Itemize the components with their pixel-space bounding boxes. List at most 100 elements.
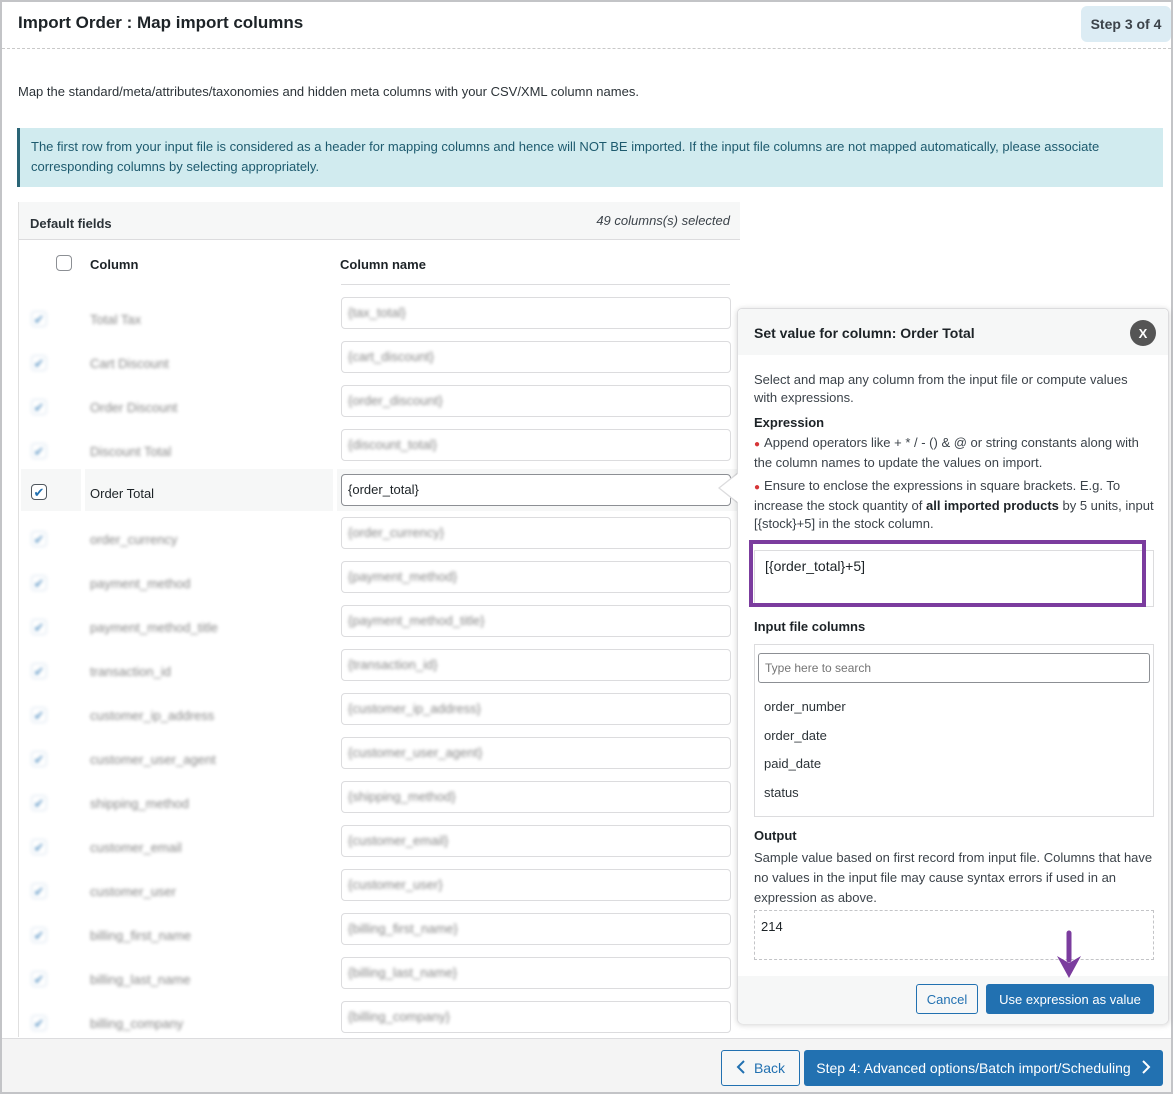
- column-name-value: {billing_company}: [348, 1009, 450, 1024]
- row-checkbox[interactable]: ✔: [31, 399, 47, 415]
- row-checkbox[interactable]: ✔: [31, 839, 47, 855]
- row-highlight: [21, 469, 81, 511]
- close-button[interactable]: X: [1130, 320, 1156, 346]
- column-name-input[interactable]: {discount_total}: [341, 429, 731, 461]
- header-divider: [341, 284, 730, 285]
- column-name-value: {customer_email}: [348, 833, 449, 848]
- table-row: ✔ customer_email {customer_email}: [19, 825, 740, 869]
- column-name-input[interactable]: {order_total}: [341, 474, 731, 506]
- input-column-item[interactable]: order_number: [764, 699, 846, 728]
- table-row: ✔ Order Discount {order_discount}: [19, 385, 740, 429]
- row-checkbox[interactable]: ✔: [31, 484, 47, 500]
- column-label: customer_ip_address: [90, 708, 215, 723]
- column-label: shipping_method: [90, 796, 190, 811]
- row-checkbox[interactable]: ✔: [31, 927, 47, 943]
- column-name-input[interactable]: {tax_total}: [341, 297, 731, 329]
- column-name-value: {discount_total}: [348, 437, 437, 452]
- next-step-button[interactable]: Step 4: Advanced options/Batch import/Sc…: [804, 1050, 1163, 1086]
- row-checkbox[interactable]: ✔: [31, 355, 47, 371]
- table-row: ✔ Total Tax {tax_total}: [19, 297, 740, 341]
- row-checkbox[interactable]: ✔: [31, 971, 47, 987]
- checkmark-icon: ✔: [33, 1015, 45, 1031]
- column-name-input[interactable]: {order_currency}: [341, 517, 731, 549]
- table-row: ✔ payment_method {payment_method}: [19, 561, 740, 605]
- table-row: ✔ customer_ip_address {customer_ip_address…: [19, 693, 740, 737]
- column-name-input[interactable]: {billing_last_name}: [341, 957, 731, 989]
- info-notice: The first row from your input file is co…: [17, 128, 1163, 187]
- column-name-input[interactable]: {shipping_method}: [341, 781, 731, 813]
- column-name-input[interactable]: {transaction_id}: [341, 649, 731, 681]
- column-label: billing_company: [90, 1016, 184, 1031]
- checkmark-icon: ✔: [33, 751, 45, 767]
- column-name-input[interactable]: {customer_email}: [341, 825, 731, 857]
- column-name-input[interactable]: {customer_ip_address}: [341, 693, 731, 725]
- column-name-value: {customer_user}: [348, 877, 443, 892]
- column-search-input[interactable]: [758, 653, 1150, 683]
- bullet-text: Append operators like + * / - () & @ or …: [754, 435, 1139, 470]
- row-checkbox[interactable]: ✔: [31, 795, 47, 811]
- popup-intro: Select and map any column from the input…: [754, 372, 1128, 405]
- checkmark-icon: ✔: [33, 355, 45, 371]
- popup-pointer-inner: [720, 473, 739, 503]
- bullet-icon: ●: [754, 439, 761, 450]
- checkmark-icon: ✔: [33, 663, 45, 679]
- column-name-input[interactable]: {order_discount}: [341, 385, 731, 417]
- checkmark-icon: ✔: [33, 927, 45, 943]
- popup-header: Set value for column: Order Total X: [738, 309, 1168, 355]
- back-button[interactable]: Back: [721, 1050, 800, 1086]
- annotation-arrow-down-icon: [1055, 930, 1083, 980]
- column-name-input[interactable]: {billing_company}: [341, 1001, 731, 1033]
- expression-input[interactable]: [{order_total}+5]: [754, 550, 1154, 607]
- popup-title: Set value for column: Order Total: [754, 325, 975, 341]
- column-name-value: {billing_last_name}: [348, 965, 458, 980]
- mapping-table: Default fields 49 columns(s) selected Co…: [18, 202, 740, 1037]
- column-label: transaction_id: [90, 664, 171, 679]
- checkmark-icon: ✔: [33, 484, 45, 500]
- checkmark-icon: ✔: [33, 971, 45, 987]
- input-column-item[interactable]: status: [764, 785, 846, 814]
- checkmark-icon: ✔: [33, 795, 45, 811]
- selected-count: 49 columns(s) selected: [596, 213, 730, 228]
- row-checkbox[interactable]: ✔: [31, 531, 47, 547]
- row-checkbox[interactable]: ✔: [31, 575, 47, 591]
- column-name-value: {payment_method_title}: [348, 613, 485, 628]
- column-name-value: {customer_user_agent}: [348, 745, 483, 760]
- checkmark-icon: ✔: [33, 575, 45, 591]
- cancel-button[interactable]: Cancel: [916, 984, 978, 1014]
- row-checkbox[interactable]: ✔: [31, 311, 47, 327]
- table-row: ✔ Cart Discount {cart_discount}: [19, 341, 740, 385]
- row-checkbox[interactable]: ✔: [31, 707, 47, 723]
- column-name-input[interactable]: {customer_user_agent}: [341, 737, 731, 769]
- table-row: ✔ billing_company {billing_company}: [19, 1001, 740, 1037]
- column-name-value: {tax_total}: [348, 305, 406, 320]
- select-all-checkbox[interactable]: [56, 255, 72, 271]
- checkmark-icon: ✔: [33, 839, 45, 855]
- page-title: Import Order : Map import columns: [18, 13, 304, 32]
- row-checkbox[interactable]: ✔: [31, 443, 47, 459]
- row-checkbox[interactable]: ✔: [31, 1015, 47, 1031]
- input-column-item[interactable]: paid_date: [764, 756, 846, 785]
- row-checkbox[interactable]: ✔: [31, 663, 47, 679]
- input-column-item[interactable]: order_date: [764, 728, 846, 757]
- column-label: Total Tax: [90, 312, 142, 327]
- use-expression-button[interactable]: Use expression as value: [986, 984, 1154, 1014]
- column-label: Order Total: [90, 486, 155, 501]
- checkmark-icon: ✔: [33, 399, 45, 415]
- row-checkbox[interactable]: ✔: [31, 883, 47, 899]
- row-checkbox[interactable]: ✔: [31, 619, 47, 635]
- checkmark-icon: ✔: [33, 619, 45, 635]
- column-label: customer_email: [90, 840, 182, 855]
- column-name-input[interactable]: {payment_method}: [341, 561, 731, 593]
- column-label: Order Discount: [90, 400, 178, 415]
- row-checkbox[interactable]: ✔: [31, 751, 47, 767]
- column-name-input[interactable]: {payment_method_title}: [341, 605, 731, 637]
- bullet-icon: ●: [754, 482, 761, 493]
- column-label: payment_method_title: [90, 620, 218, 635]
- checkmark-icon: ✔: [33, 531, 45, 547]
- column-label: order_currency: [90, 532, 178, 547]
- column-name-value: {cart_discount}: [348, 349, 435, 364]
- column-name-input[interactable]: {cart_discount}: [341, 341, 731, 373]
- table-row: ✔ billing_first_name {billing_first_name}: [19, 913, 740, 957]
- column-name-input[interactable]: {customer_user}: [341, 869, 731, 901]
- column-name-input[interactable]: {billing_first_name}: [341, 913, 731, 945]
